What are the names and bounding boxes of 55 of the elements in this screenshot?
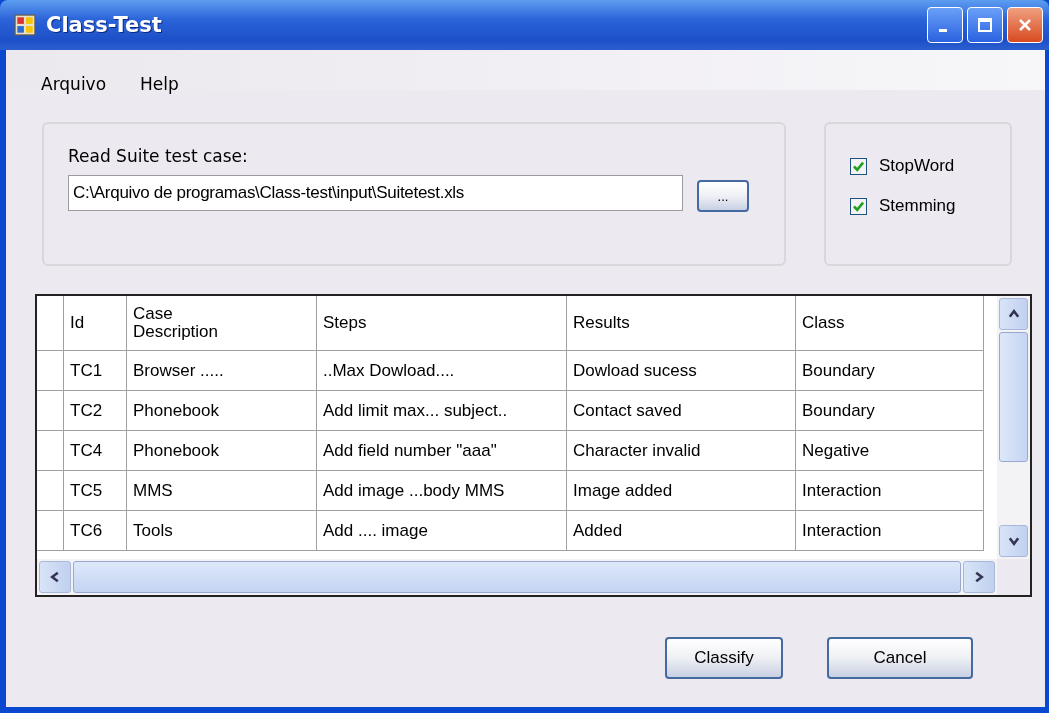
table-cell: ..Max Dowload.... xyxy=(316,350,567,391)
minimize-icon xyxy=(939,28,947,32)
maximize-button[interactable] xyxy=(967,7,1003,43)
vertical-scrollbar[interactable] xyxy=(997,296,1030,559)
column-header[interactable]: Case Description xyxy=(126,296,317,351)
table-cell: Contact saved xyxy=(566,390,796,431)
row-header xyxy=(37,296,64,351)
action-button[interactable]: Cancel xyxy=(827,637,973,679)
row-header[interactable] xyxy=(37,390,64,431)
table-cell: Image added xyxy=(566,470,796,511)
checkbox[interactable] xyxy=(850,197,867,215)
column-header[interactable]: Id xyxy=(63,296,127,351)
close-button[interactable] xyxy=(1007,7,1043,43)
app-icon xyxy=(14,14,36,36)
checkbox[interactable] xyxy=(850,157,867,175)
table-cell: Added xyxy=(566,510,796,551)
minimize-button[interactable] xyxy=(927,7,963,43)
table-cell: Add field number "aaa" xyxy=(316,430,567,471)
table-cell: Phonebook xyxy=(126,390,317,431)
checkbox-label: Stemming xyxy=(879,196,956,216)
browse-button[interactable]: ... xyxy=(697,180,749,212)
table-cell: Interaction xyxy=(795,510,984,551)
table-cell: Tools xyxy=(126,510,317,551)
table-cell: Dowload sucess xyxy=(566,350,796,391)
table-cell: Boundary xyxy=(795,390,984,431)
table-cell: Character invalid xyxy=(566,430,796,471)
table-cell: Browser ..... xyxy=(126,350,317,391)
table-cell: MMS xyxy=(126,470,317,511)
column-header[interactable]: Steps xyxy=(316,296,567,351)
table-cell: Negative xyxy=(795,430,984,471)
action-button[interactable]: Classify xyxy=(665,637,783,679)
path-field[interactable]: C:\Arquivo de programas\Class-test\input\Suitetest.xls xyxy=(68,175,683,211)
field-label: Read Suite test case: xyxy=(68,146,249,166)
table-cell: TC4 xyxy=(63,430,127,471)
table-cell: TC1 xyxy=(63,350,127,391)
row-header[interactable] xyxy=(37,350,64,391)
table-cell: Phonebook xyxy=(126,430,317,471)
table-cell: TC2 xyxy=(63,390,127,431)
row-header[interactable] xyxy=(37,430,64,471)
table-cell: Add limit max... subject.. xyxy=(316,390,567,431)
table-cell: TC5 xyxy=(63,470,127,511)
row-header[interactable] xyxy=(37,470,64,511)
row-header[interactable] xyxy=(37,510,64,551)
table-cell: Add .... image xyxy=(316,510,567,551)
column-header[interactable]: Results xyxy=(566,296,796,351)
table-cell: Add image ...body MMS xyxy=(316,470,567,511)
table-cell: Boundary xyxy=(795,350,984,391)
column-header[interactable]: Class xyxy=(795,296,984,351)
horizontal-scrollbar[interactable] xyxy=(37,559,997,595)
table-cell: TC6 xyxy=(63,510,127,551)
checkbox-label: StopWord xyxy=(879,156,955,176)
scrollbar-corner xyxy=(997,559,1030,595)
maximize-icon xyxy=(975,15,995,35)
window-title: Class-Test xyxy=(46,13,162,37)
table-cell: Interaction xyxy=(795,470,984,511)
